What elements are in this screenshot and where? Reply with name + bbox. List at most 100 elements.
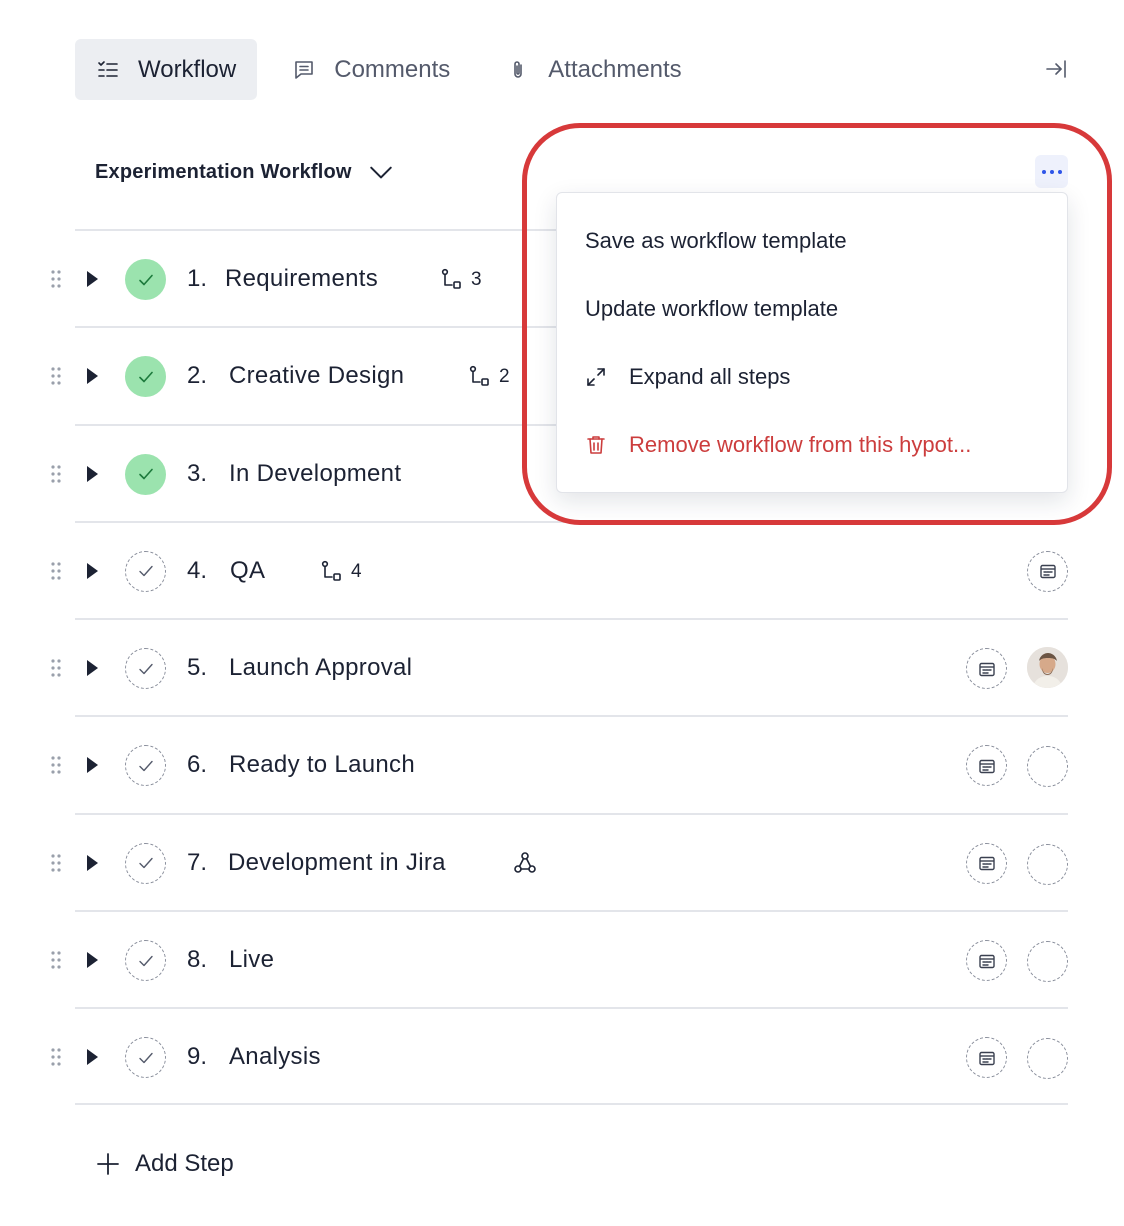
- workflow-title: Experimentation Workflow: [95, 160, 352, 183]
- checklist-icon: [96, 58, 120, 82]
- step-name: QA: [230, 556, 266, 584]
- add-step-button[interactable]: Add Step: [95, 1146, 234, 1182]
- due-date-button[interactable]: [966, 842, 1007, 884]
- drag-handle-icon[interactable]: [49, 1047, 63, 1067]
- expand-caret-icon[interactable]: [85, 659, 99, 677]
- step-name: Analysis: [229, 1043, 321, 1071]
- step-complete-toggle[interactable]: [125, 356, 166, 398]
- subtask-badge[interactable]: 3: [438, 267, 482, 293]
- check-icon: [138, 1052, 153, 1064]
- check-icon: [138, 663, 153, 674]
- menu-item-save-template[interactable]: Save as workflow template: [557, 207, 1067, 275]
- subtasks-icon: [469, 366, 489, 387]
- collapse-panel-icon[interactable]: [1044, 57, 1068, 81]
- calendar-icon: [978, 759, 995, 774]
- webhook-icon[interactable]: [512, 850, 538, 876]
- menu-item-label: Update workflow template: [585, 296, 839, 321]
- more-options-button[interactable]: [1035, 155, 1068, 188]
- assignee-placeholder[interactable]: [1027, 941, 1068, 983]
- step-complete-toggle[interactable]: [125, 550, 166, 592]
- tab-attachments[interactable]: Attachments: [485, 39, 702, 100]
- step-name: Creative Design: [229, 362, 405, 390]
- calendar-icon: [978, 1051, 995, 1066]
- expand-caret-icon[interactable]: [85, 465, 99, 483]
- tab-comments[interactable]: Comments: [271, 39, 471, 100]
- paperclip-icon: [506, 58, 530, 82]
- calendar-icon: [1039, 565, 1056, 579]
- assignee-placeholder[interactable]: [1027, 843, 1068, 885]
- drag-handle-icon[interactable]: [49, 269, 63, 289]
- step-number: 8.: [187, 946, 208, 974]
- subtask-count: 4: [351, 560, 362, 582]
- drag-handle-icon[interactable]: [49, 950, 63, 970]
- step-complete-toggle[interactable]: [125, 648, 166, 690]
- menu-item-label: Save as workflow template: [585, 228, 847, 253]
- due-date-button[interactable]: [966, 648, 1007, 690]
- expand-caret-icon[interactable]: [85, 854, 99, 872]
- expand-caret-icon[interactable]: [85, 562, 99, 580]
- menu-item-update-template[interactable]: Update workflow template: [557, 275, 1067, 343]
- step-number: 2.: [187, 362, 208, 390]
- step-number: 9.: [187, 1043, 208, 1071]
- step-complete-toggle[interactable]: [125, 940, 166, 982]
- drag-handle-icon[interactable]: [49, 853, 63, 873]
- step-name: Launch Approval: [229, 654, 413, 682]
- step-name: In Development: [229, 459, 402, 487]
- step-row[interactable]: 8. Live: [51, 910, 1068, 1007]
- step-number: 3.: [187, 459, 208, 487]
- tab-bar: Workflow Comments Attachments: [75, 39, 1068, 100]
- step-row[interactable]: 6. Ready to Launch: [51, 715, 1068, 812]
- step-row[interactable]: 7. Development in Jira: [51, 812, 1068, 910]
- step-complete-toggle[interactable]: [125, 745, 166, 787]
- step-number: 7.: [187, 848, 208, 876]
- expand-caret-icon[interactable]: [85, 367, 99, 385]
- ellipsis-icon: [1041, 169, 1046, 174]
- tab-label: Attachments: [548, 55, 682, 83]
- check-icon: [138, 371, 153, 383]
- subtask-count: 2: [499, 366, 510, 388]
- drag-handle-icon[interactable]: [49, 755, 63, 775]
- menu-item-expand-all[interactable]: Expand all steps: [557, 343, 1067, 411]
- step-complete-toggle[interactable]: [125, 453, 166, 495]
- assignee-avatar[interactable]: [1027, 647, 1068, 689]
- step-complete-toggle[interactable]: [125, 842, 166, 884]
- menu-item-label: Expand all steps: [629, 364, 791, 389]
- drag-handle-icon[interactable]: [49, 658, 63, 678]
- assignee-placeholder[interactable]: [1027, 746, 1068, 788]
- ellipsis-icon: [1049, 169, 1054, 174]
- workflow-selector[interactable]: Experimentation Workflow: [95, 150, 394, 194]
- step-row[interactable]: 4. QA 4: [51, 520, 1068, 618]
- expand-caret-icon[interactable]: [85, 951, 99, 969]
- calendar-icon: [978, 662, 995, 676]
- step-row[interactable]: 9. Analysis: [51, 1007, 1068, 1105]
- step-number: 5.: [187, 654, 208, 682]
- assignee-placeholder[interactable]: [1027, 1038, 1068, 1080]
- due-date-button[interactable]: [966, 940, 1007, 982]
- subtask-badge[interactable]: 2: [466, 364, 510, 390]
- drag-handle-icon[interactable]: [49, 561, 63, 581]
- check-icon: [138, 468, 153, 480]
- comment-icon: [292, 58, 316, 82]
- due-date-button[interactable]: [966, 745, 1007, 787]
- expand-caret-icon[interactable]: [85, 1048, 99, 1066]
- check-icon: [138, 566, 153, 577]
- step-complete-toggle[interactable]: [125, 259, 166, 300]
- plus-icon: [97, 1153, 119, 1175]
- step-row[interactable]: 5. Launch Approval: [51, 618, 1068, 715]
- chevron-down-icon: [369, 166, 392, 179]
- expand-caret-icon[interactable]: [85, 756, 99, 774]
- check-icon: [138, 955, 153, 966]
- step-complete-toggle[interactable]: [125, 1037, 166, 1079]
- subtask-badge[interactable]: 4: [318, 559, 362, 585]
- drag-handle-icon[interactable]: [49, 366, 63, 386]
- due-date-button[interactable]: [1027, 550, 1068, 592]
- drag-handle-icon[interactable]: [49, 464, 63, 484]
- step-number: 6.: [187, 751, 208, 779]
- user-avatar: [1027, 647, 1068, 689]
- menu-item-remove-workflow[interactable]: Remove workflow from this hypot...: [557, 411, 1067, 479]
- expand-caret-icon[interactable]: [85, 270, 99, 288]
- calendar-icon: [978, 857, 995, 871]
- due-date-button[interactable]: [966, 1037, 1007, 1079]
- trash-icon: [585, 434, 607, 456]
- tab-workflow[interactable]: Workflow: [75, 39, 258, 100]
